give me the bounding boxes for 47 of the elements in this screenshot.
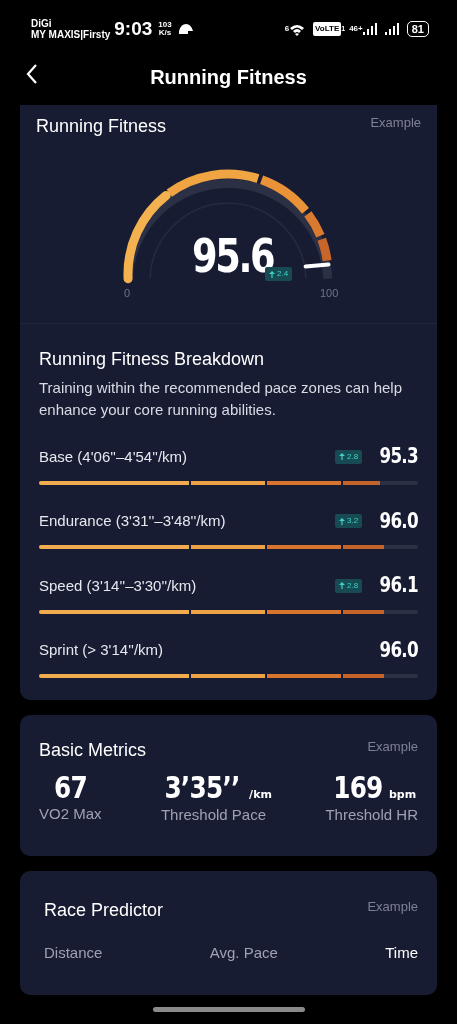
metric-label: Threshold HR	[325, 804, 418, 825]
metric-unit: /km	[249, 787, 272, 803]
metric-value: 67	[53, 772, 87, 803]
section-description: Training within the recommended pace zones can help enhance your core running abilities.	[39, 378, 403, 420]
signal-icon	[362, 23, 377, 35]
battery-level: 81	[406, 21, 429, 37]
gauge-min: 0	[124, 286, 131, 301]
change-badge: 2.8	[335, 449, 363, 464]
change-badge: 2.8	[335, 578, 363, 593]
zone-score: 96.0	[379, 636, 418, 664]
gauge-max: 100	[320, 286, 339, 301]
change-badge: 3.2	[335, 514, 363, 529]
zone-score: 96.1	[379, 572, 418, 599]
volte-badge: VoLTE	[313, 22, 342, 36]
zone-label: Endurance (3'31''–3'48''/km)	[39, 511, 226, 531]
status-time: 9:03	[114, 16, 153, 41]
speed-unit: K/s	[158, 29, 172, 37]
metric-value: 3’35’’	[164, 772, 240, 803]
signal-icon	[384, 23, 399, 35]
section-title: Running Fitness Breakdown	[39, 348, 266, 371]
back-icon[interactable]	[26, 64, 38, 84]
section-title: Basic Metrics	[39, 739, 146, 762]
zone-score: 95.3	[379, 443, 418, 470]
zone-label: Base (4'06''–4'54''/km)	[39, 446, 188, 467]
metric-label: Threshold Pace	[159, 804, 267, 825]
carrier-name: DiGi	[31, 18, 53, 29]
example-label: Example	[367, 738, 418, 756]
change-badge: 2.4	[265, 267, 293, 281]
example-label: Example	[370, 114, 421, 132]
section-title: Running Fitness	[36, 115, 167, 138]
column-header: Time	[385, 943, 418, 963]
zone-score: 96.0	[379, 507, 418, 535]
metric-value: 169	[333, 772, 383, 803]
column-header: Avg. Pace	[209, 943, 278, 963]
network-type: 46+	[349, 23, 363, 35]
zone-label: Sprint (> 3'14''/km)	[39, 640, 164, 660]
column-header: Distance	[44, 943, 103, 963]
network-speed: 103	[158, 21, 172, 29]
zone-label: Speed (3'14''–3'30''/km)	[39, 575, 197, 596]
wifi-label: 6	[284, 23, 290, 35]
metric-label: VO2 Max	[39, 804, 102, 824]
section-title: Race Predictor	[44, 899, 164, 922]
metric-unit: bpm	[388, 787, 417, 803]
network-name: MY MAXIS|Firsty	[31, 29, 111, 40]
example-label: Example	[367, 898, 418, 916]
wifi-icon	[289, 22, 306, 36]
page-title: Running Fitness	[150, 64, 307, 89]
